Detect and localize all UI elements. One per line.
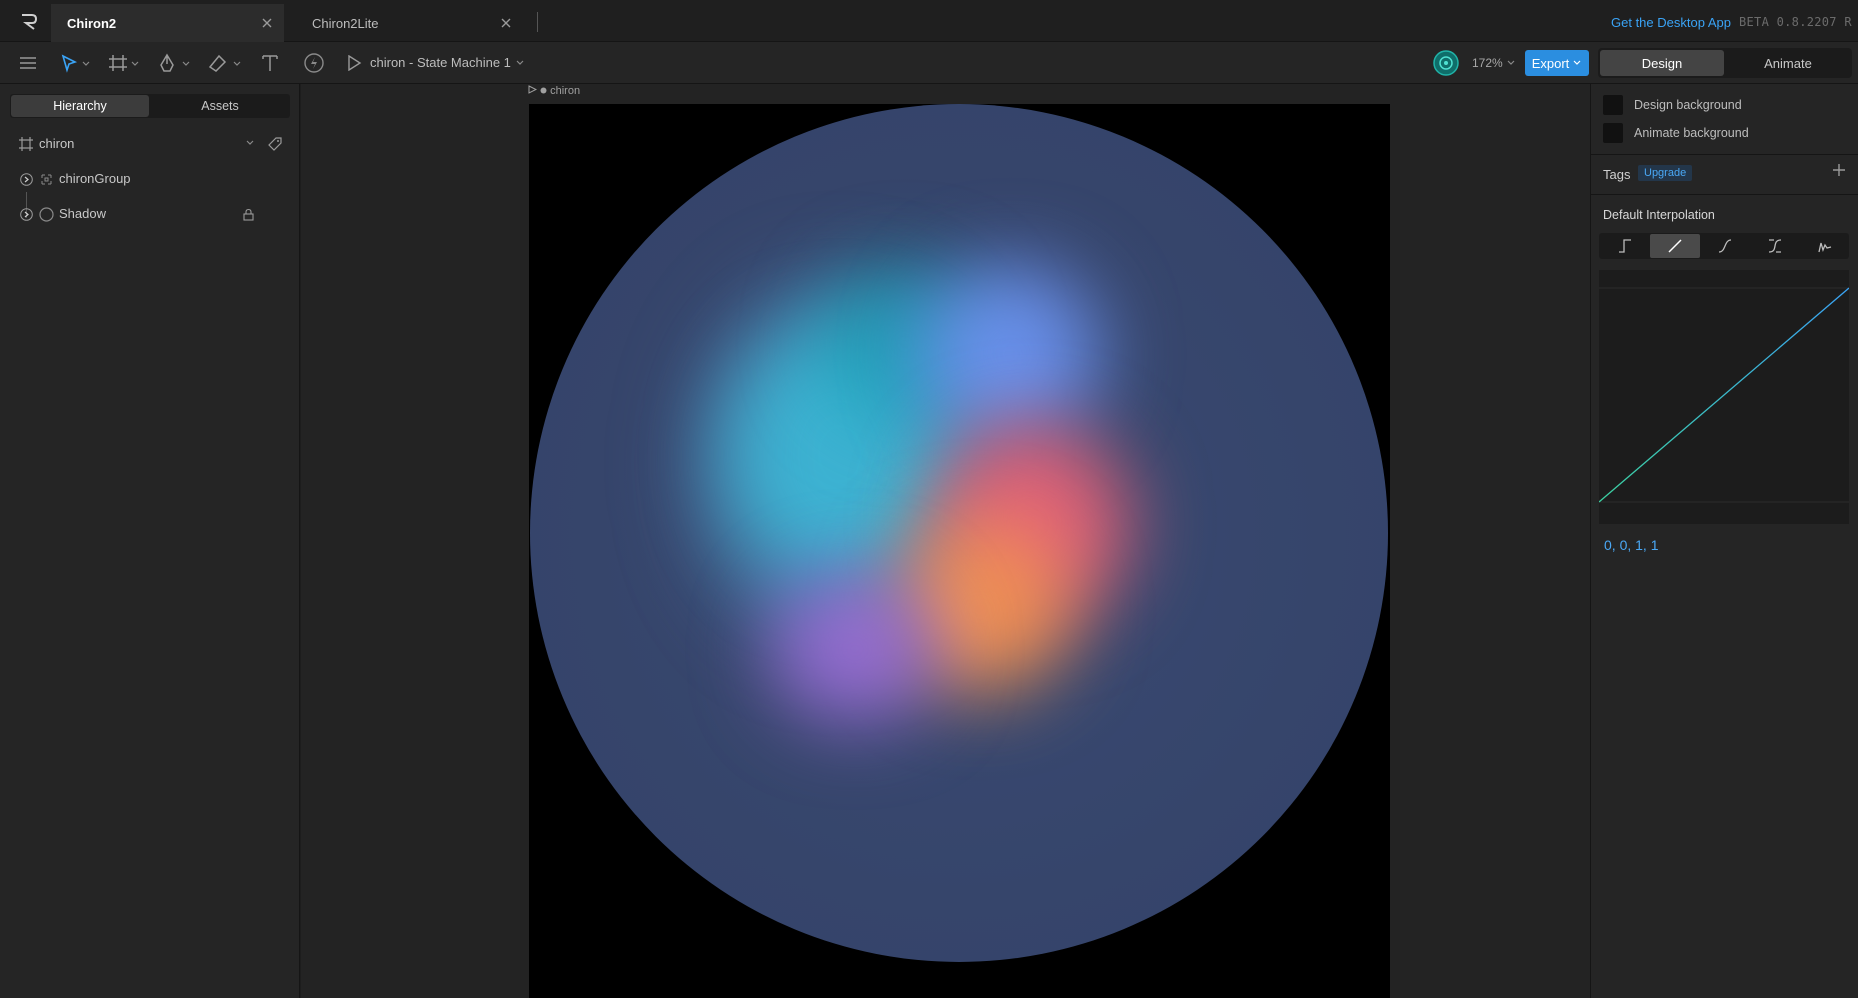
lock-icon[interactable] <box>243 208 254 221</box>
add-tag-icon[interactable] <box>1832 163 1846 177</box>
chevron-down-icon <box>516 60 523 65</box>
linear-interpolation-icon[interactable] <box>1650 234 1700 258</box>
select-tool-icon[interactable] <box>60 42 92 84</box>
hold-interpolation-icon[interactable] <box>1600 234 1650 258</box>
chevron-down-icon <box>1507 60 1515 65</box>
chiron-orb[interactable] <box>530 104 1388 962</box>
chevron-down-icon[interactable] <box>245 139 255 147</box>
cubic-interpolation-icon[interactable] <box>1700 234 1750 258</box>
toolbar: chiron - State Machine 1 172% Export Des… <box>0 42 1858 84</box>
layer-row[interactable]: Shadow <box>0 201 300 227</box>
animate-background-swatch[interactable] <box>1603 123 1623 143</box>
play-icon[interactable] <box>528 85 538 94</box>
close-icon[interactable] <box>260 16 274 30</box>
artboard-label[interactable]: chiron <box>528 85 580 97</box>
design-background-label: Design background <box>1634 98 1742 112</box>
state-machine-label: chiron - State Machine 1 <box>370 55 511 70</box>
ellipse-icon <box>39 207 54 222</box>
dot-icon <box>540 87 547 94</box>
expand-icon[interactable] <box>20 173 33 186</box>
tab-label: Chiron2Lite <box>312 15 379 31</box>
play-icon[interactable] <box>346 42 362 84</box>
menu-icon[interactable] <box>19 42 37 84</box>
inspector-panel: Design background Animate background Tag… <box>1590 84 1858 998</box>
tab-label: Chiron2 <box>67 15 117 31</box>
interpolation-selector <box>1599 233 1849 259</box>
zoom-selector[interactable]: 172% <box>1472 56 1516 70</box>
layer-name: Shadow <box>59 206 106 221</box>
artboard[interactable] <box>529 104 1390 998</box>
get-desktop-app-link[interactable]: Get the Desktop App <box>1611 15 1731 30</box>
interpolation-title: Default Interpolation <box>1603 208 1715 222</box>
hierarchy-panel: Hierarchy Assets chiron chironGroup Shad… <box>0 84 300 998</box>
tab-chiron2lite[interactable]: Chiron2Lite <box>296 4 523 42</box>
custom-cubic-interpolation-icon[interactable] <box>1750 234 1800 258</box>
group-icon <box>41 174 52 185</box>
layer-row[interactable]: chironGroup <box>0 166 300 192</box>
chevron-down-icon <box>1573 60 1581 65</box>
bolt-icon[interactable] <box>303 42 325 84</box>
state-machine-selector[interactable]: chiron - State Machine 1 <box>370 55 525 70</box>
tab-chiron2[interactable]: Chiron2 <box>51 4 284 42</box>
divider <box>1591 194 1858 195</box>
close-icon[interactable] <box>499 16 513 30</box>
app-window: Chiron2 Chiron2Lite Get the Desktop App … <box>0 0 1858 998</box>
interpolation-curve-graph[interactable] <box>1598 270 1850 524</box>
design-background-row[interactable]: Design background <box>1603 94 1742 116</box>
export-label: Export <box>1531 55 1570 71</box>
curve-values[interactable]: 0, 0, 1, 1 <box>1604 537 1658 553</box>
tag-icon[interactable] <box>268 137 282 151</box>
artboard-tool-icon[interactable] <box>108 42 142 84</box>
artboard-icon <box>19 137 33 151</box>
avatar[interactable] <box>1433 42 1459 84</box>
upgrade-badge[interactable]: Upgrade <box>1638 165 1693 181</box>
animate-mode-button[interactable]: Animate <box>1726 50 1850 76</box>
blob-blue <box>920 264 1100 444</box>
tab-bar: Chiron2 Chiron2Lite Get the Desktop App … <box>0 0 1858 42</box>
export-button[interactable]: Export <box>1525 50 1589 76</box>
version-label: BETA 0.8.2207 R <box>1739 15 1852 29</box>
tags-title: Tags <box>1603 167 1631 182</box>
shape-tool-icon[interactable] <box>207 42 243 84</box>
tab-hierarchy[interactable]: Hierarchy <box>11 95 149 117</box>
zoom-level: 172% <box>1472 56 1503 70</box>
artboard-name: chiron <box>39 136 75 151</box>
elastic-interpolation-icon[interactable] <box>1800 234 1850 258</box>
pen-tool-icon[interactable] <box>158 42 192 84</box>
animate-background-label: Animate background <box>1634 126 1749 140</box>
design-mode-button[interactable]: Design <box>1600 50 1724 76</box>
expand-icon[interactable] <box>20 208 33 221</box>
blob-purple <box>770 574 940 724</box>
design-background-swatch[interactable] <box>1603 95 1623 115</box>
panel-tabs: Hierarchy Assets <box>10 94 290 118</box>
rive-logo-icon[interactable] <box>19 13 39 31</box>
animate-background-row[interactable]: Animate background <box>1603 122 1749 144</box>
artboard-row[interactable]: chiron <box>0 131 300 157</box>
divider <box>1591 154 1858 155</box>
text-tool-icon[interactable] <box>260 42 280 84</box>
tab-assets[interactable]: Assets <box>151 95 289 117</box>
tab-divider <box>537 12 538 32</box>
artboard-title: chiron <box>550 85 581 97</box>
layer-name: chironGroup <box>59 171 131 186</box>
mode-toggle: Design Animate <box>1598 48 1852 78</box>
